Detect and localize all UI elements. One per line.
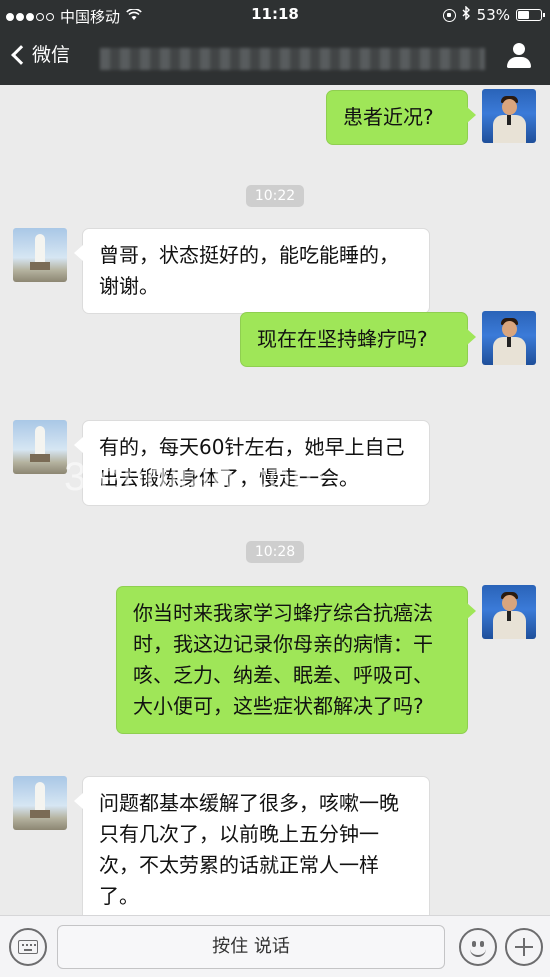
avatar-self[interactable] [482,311,536,365]
battery-fill [518,11,529,19]
timestamp: 10:22 [0,185,550,207]
message-bubble-self[interactable]: 患者近况? [326,90,476,145]
back-label: 微信 [32,44,71,66]
bluetooth-icon [462,5,471,24]
timestamp-label: 10:28 [245,541,305,563]
chevron-left-icon [11,44,31,65]
message-bubble-self[interactable]: 你当时来我家学习蜂疗综合抗癌法时，我这边记录你母亲的病情：干咳、乏力、纳差、眠差… [116,586,476,734]
avatar-other[interactable] [13,776,67,830]
avatar-self[interactable] [482,89,536,143]
chat-area[interactable]: 患者近况? 10:22 曾哥，状态挺好的，能吃能睡的，谢谢。 现在在坚持蜂疗吗?… [0,85,550,924]
status-right: 53% [442,5,545,24]
back-button[interactable]: 微信 [11,40,71,67]
timestamp-label: 10:22 [245,185,305,207]
rotation-lock-icon [442,8,456,22]
message-bubble-self[interactable]: 现在在坚持蜂疗吗? [240,312,476,367]
watermark: 3fengliao.com [64,455,327,499]
nav-bar: 微信 [0,30,550,85]
contact-info-icon[interactable] [506,42,532,70]
timestamp: 10:28 [0,541,550,563]
emoji-icon[interactable] [459,928,497,966]
keyboard-icon[interactable] [9,928,47,966]
battery-percent: 53% [476,6,510,24]
avatar-other[interactable] [13,420,67,474]
chat-title-redacted [100,48,485,70]
message-bubble-other[interactable]: 曾哥，状态挺好的，能吃能睡的，谢谢。 [74,228,430,314]
avatar-self[interactable] [482,585,536,639]
input-bar: 按住 说话 [0,915,550,977]
message-bubble-other[interactable]: 问题都基本缓解了很多，咳嗽一晚只有几次了，以前晚上五分钟一次，不太劳累的话就正常… [74,776,430,924]
avatar-other[interactable] [13,228,67,282]
status-bar: 中国移动 11:18 53% [0,0,550,30]
battery-icon [516,9,545,21]
more-plus-icon[interactable] [505,928,543,966]
hold-to-talk-button[interactable]: 按住 说话 [57,925,445,969]
